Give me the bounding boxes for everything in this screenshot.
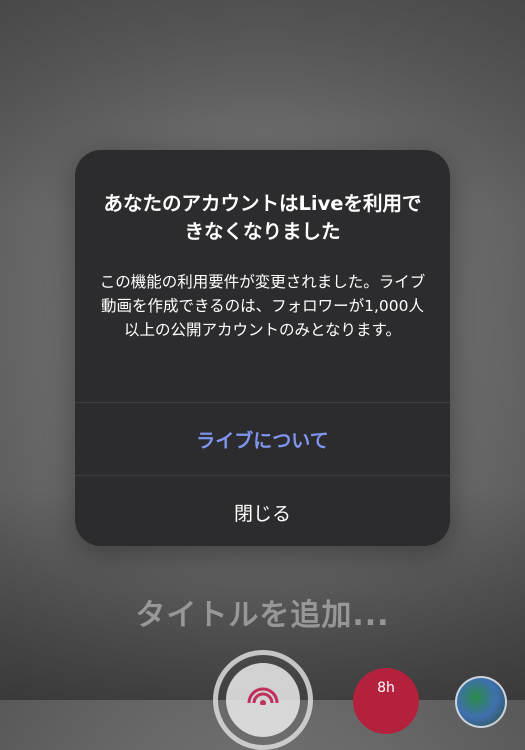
live-record-icon (226, 663, 300, 737)
effect-button[interactable]: 8h (353, 668, 419, 734)
title-input[interactable]: タイトルを追加... (0, 590, 525, 634)
live-unavailable-dialog: あなたのアカウントはLiveを利用できなくなりました この機能の利用要件が変更さ… (75, 150, 450, 546)
about-live-button[interactable]: ライブについて (75, 403, 450, 475)
gallery-thumbnail[interactable] (455, 676, 507, 728)
live-record-button[interactable] (213, 650, 313, 750)
dialog-title: あなたのアカウントはLiveを利用できなくなりました (103, 192, 422, 243)
dialog-message: この機能の利用要件が変更されました。ライブ動画を作成できるのは、フォロワーが1,… (99, 273, 426, 339)
dialog-content: あなたのアカウントはLiveを利用できなくなりました この機能の利用要件が変更さ… (75, 150, 450, 402)
close-button[interactable]: 閉じる (75, 476, 450, 546)
effect-icon: 8h (377, 680, 395, 696)
